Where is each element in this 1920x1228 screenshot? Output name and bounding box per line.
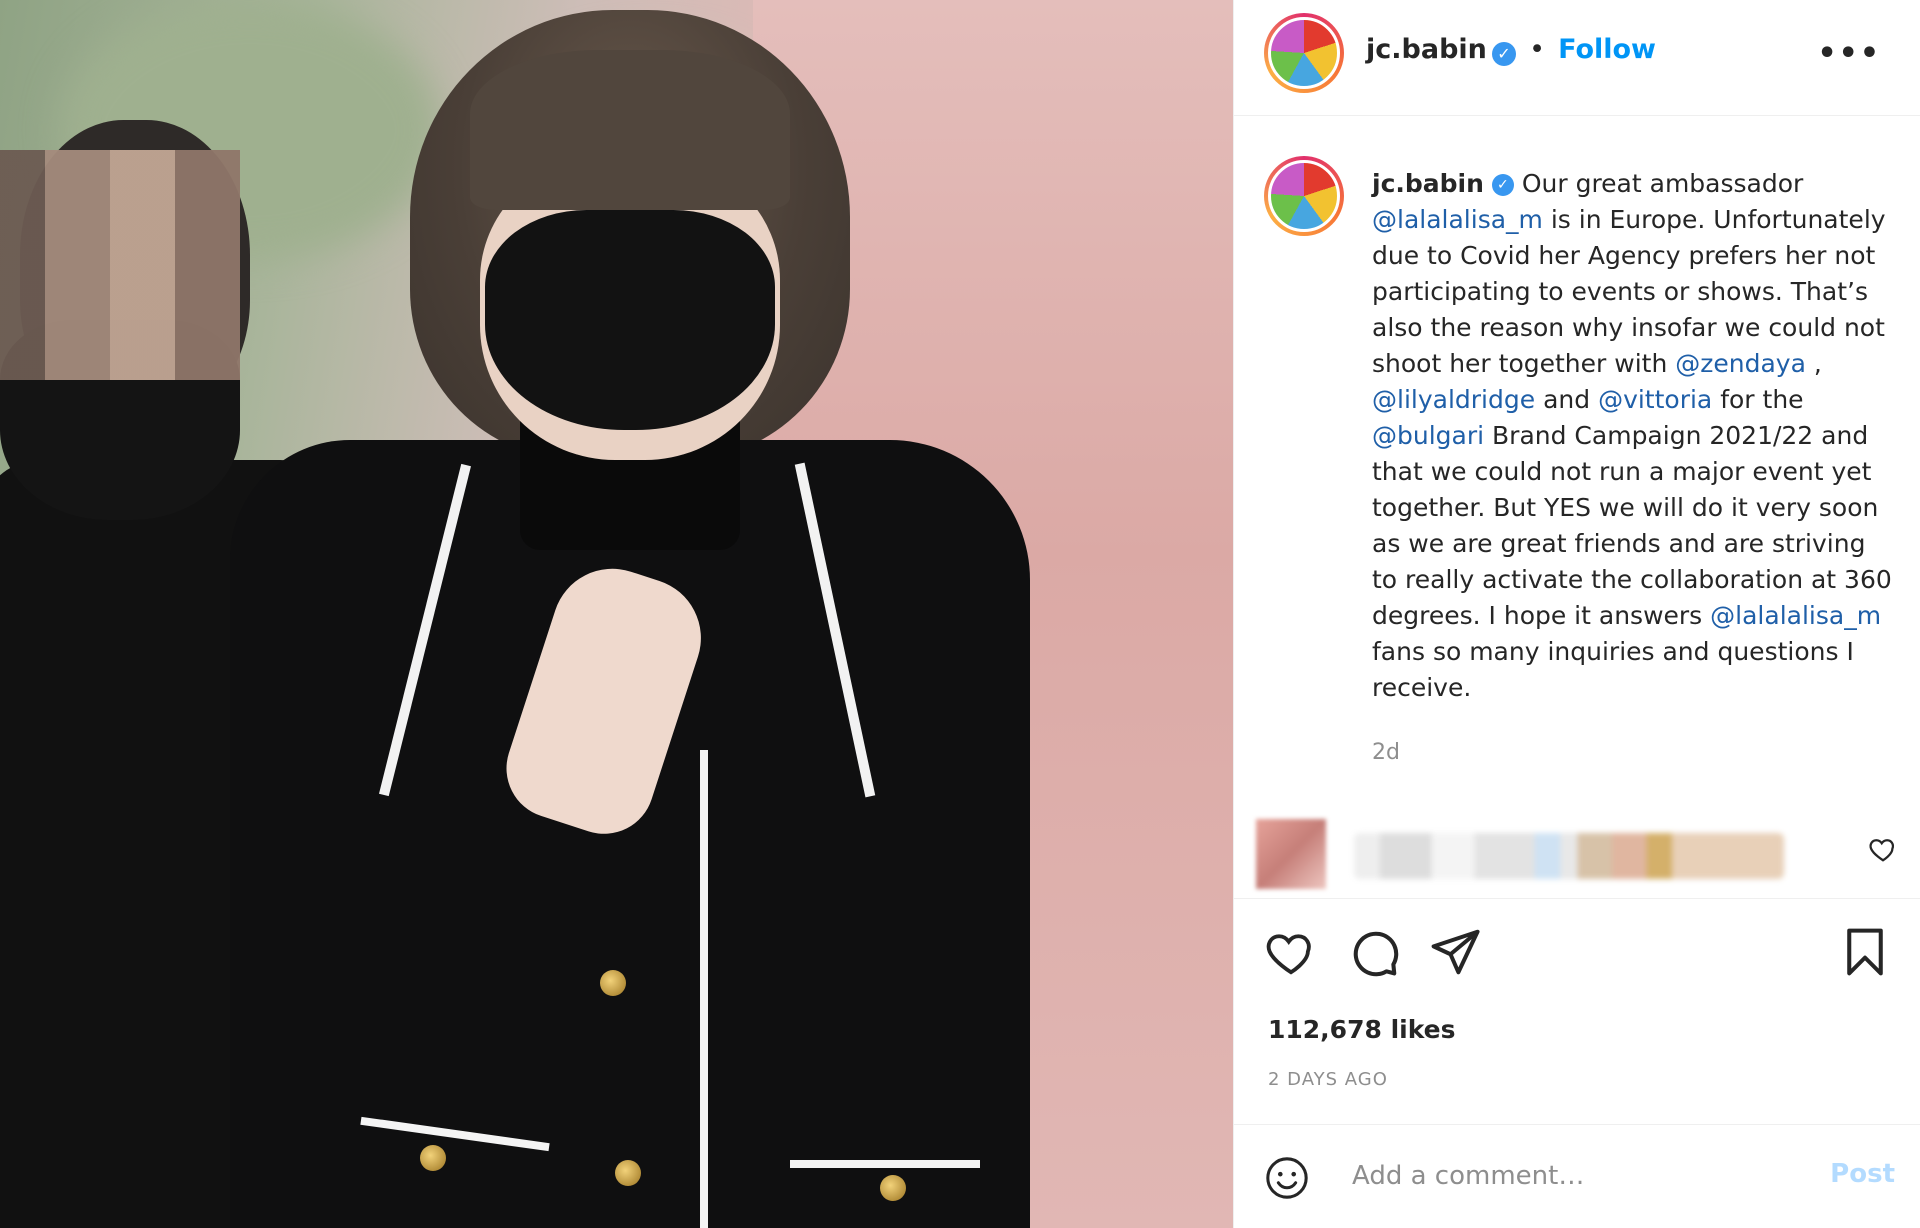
mention-link[interactable]: @zendaya xyxy=(1675,349,1806,378)
heart-icon[interactable] xyxy=(1264,925,1318,979)
post-caption: jc.babin ✓ Our great ambassador @lalalal… xyxy=(1372,166,1892,706)
author-avatar[interactable] xyxy=(1264,13,1344,93)
mention-link[interactable]: @lilyaldridge xyxy=(1372,385,1535,414)
more-options-button[interactable]: ••• xyxy=(1817,36,1881,71)
caption-author-avatar[interactable] xyxy=(1264,156,1344,236)
caption-text-segment: fans so many inquiries and questions I r… xyxy=(1372,637,1854,702)
blurred-comment xyxy=(1256,815,1784,895)
post-photo[interactable] xyxy=(0,0,1233,1228)
commenter-avatar xyxy=(1256,819,1326,889)
separator: • xyxy=(1529,34,1545,65)
pixelated-face xyxy=(0,150,240,380)
caption-text-segment: for the xyxy=(1712,385,1804,414)
mention-link[interactable]: @bulgari xyxy=(1372,421,1484,450)
mention-link[interactable]: @vittoria xyxy=(1598,385,1712,414)
smiley-icon[interactable] xyxy=(1264,1155,1310,1201)
follow-button[interactable]: Follow xyxy=(1558,34,1656,65)
caption-timestamp[interactable]: 2d xyxy=(1372,740,1400,765)
face-mask xyxy=(485,210,775,430)
caption-text-segment: , xyxy=(1805,349,1822,378)
mention-link[interactable]: @lalalalisa_m xyxy=(1710,601,1881,630)
caption-text: Our great ambassador @lalalalisa_m is in… xyxy=(1372,169,1892,702)
paper-plane-icon[interactable] xyxy=(1428,925,1482,979)
caption-text-segment: Brand Campaign 2021/22 and that we could… xyxy=(1372,421,1892,630)
comment-icon[interactable] xyxy=(1347,925,1401,979)
caption-username[interactable]: jc.babin xyxy=(1372,169,1484,198)
bookmark-icon[interactable] xyxy=(1838,925,1892,979)
verified-badge-icon: ✓ xyxy=(1491,41,1516,66)
mention-link[interactable]: @lalalalisa_m xyxy=(1372,205,1543,234)
post-side-panel: jc.babin ✓ • Follow ••• jc.babin ✓ Our g… xyxy=(1233,0,1920,1228)
verified-badge-icon: ✓ xyxy=(1491,174,1514,196)
post-comment-button[interactable]: Post xyxy=(1830,1159,1895,1189)
comment-input[interactable] xyxy=(1350,1155,1794,1197)
post-date[interactable]: 2 DAYS AGO xyxy=(1268,1069,1388,1090)
small-heart-icon[interactable] xyxy=(1868,834,1898,864)
comment-bar: Post xyxy=(1234,1124,1920,1228)
post-header: jc.babin ✓ • Follow ••• xyxy=(1234,0,1920,116)
photo-subject xyxy=(230,10,1030,1228)
author-username[interactable]: jc.babin xyxy=(1366,34,1487,65)
blurred-comment-text xyxy=(1354,833,1784,879)
caption-text-segment: and xyxy=(1535,385,1599,414)
caption-text-segment: Our great ambassador xyxy=(1521,169,1804,198)
likes-count[interactable]: 112,678 likes xyxy=(1268,1015,1456,1044)
